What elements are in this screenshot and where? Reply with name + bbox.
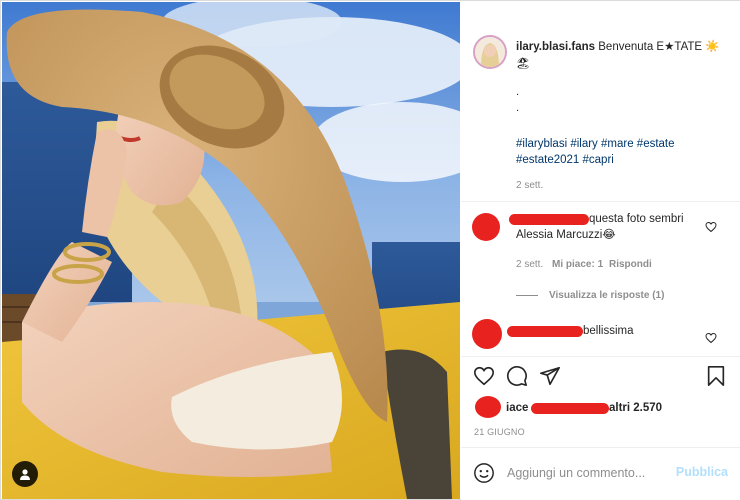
author-username[interactable]: ilary.blasi.fans [516,41,595,53]
comment-icon [507,366,527,386]
actions-divider [461,356,740,357]
post-age: 2 sett. [516,180,544,191]
comment-age: 2 sett. [516,259,544,270]
caption-dot-2: . [516,102,520,114]
post-modal: ilary.blasi.fans Benvenuta E★TATE ☀️ 🏖 .… [0,0,740,500]
bookmark-icon [707,366,725,386]
save-button[interactable] [703,363,729,389]
comment-text: questa foto sembri [589,213,684,225]
post-photo[interactable] [2,2,460,499]
hashtags-line-2[interactable]: #estate2021 #capri [516,152,726,168]
comment-input[interactable] [507,463,667,483]
post-side-panel: ilary.blasi.fans Benvenuta E★TATE ☀️ 🏖 .… [461,1,740,500]
user-tag-button[interactable] [12,461,38,487]
hashtags-line-1[interactable]: #ilaryblasi #ilary #mare #estate [516,136,726,152]
comment-text-line2: Alessia Marcuzzi😂 [516,229,616,241]
post-date: 21 GIUGNO [474,427,525,437]
redacted-username-2 [507,326,583,337]
comment-likes[interactable]: Mi piace: 1 [552,259,603,270]
redacted-liker [531,403,609,414]
replies-line [516,295,538,296]
user-tag-icon [20,469,30,480]
likes-prefix: iace [506,402,529,414]
publish-button[interactable]: Pubblica [676,465,728,479]
share-button[interactable] [537,363,563,389]
likes-avatar[interactable] [475,396,501,418]
like-button[interactable] [471,363,497,389]
heart-icon [474,366,494,386]
author-avatar[interactable] [473,35,507,69]
comment-avatar[interactable] [472,213,500,241]
post-actions [471,363,733,393]
post-caption: ilary.blasi.fans Benvenuta E★TATE ☀️ 🏖 [516,39,731,73]
caption-dot-1: . [516,86,520,98]
view-replies-button[interactable]: Visualizza le risposte (1) [549,290,664,301]
beach-photo-illustration [2,2,460,499]
emoji-icon[interactable] [473,462,495,484]
share-icon [540,366,560,386]
comment-avatar-2[interactable] [472,319,502,349]
add-comment-bar: Pubblica [461,447,740,499]
comment-reply-button[interactable]: Rispondi [609,259,652,270]
redacted-username [509,214,589,225]
comment-heart-icon[interactable] [705,221,717,233]
comment-button[interactable] [504,363,530,389]
author-avatar-image [475,37,505,67]
caption-divider [461,201,740,202]
comment-heart-icon-2[interactable] [705,332,717,344]
comment-text-2: bellissima [583,325,634,337]
likes-count[interactable]: altri 2.570 [609,402,662,414]
